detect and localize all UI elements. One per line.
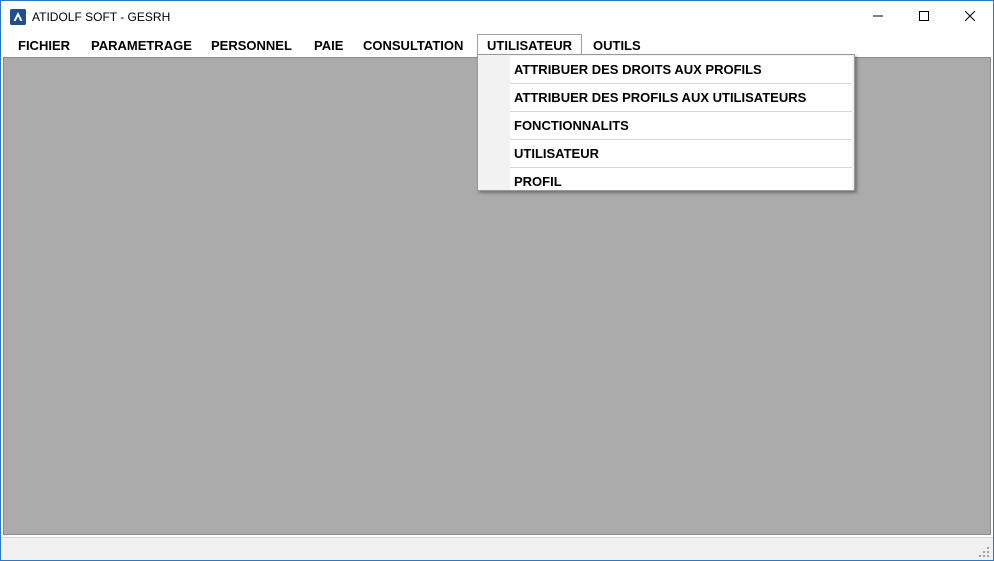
menu-item-fonctionnalites[interactable]: FONCTIONNALITS [510, 112, 852, 139]
status-bar [1, 537, 993, 560]
menu-outils[interactable]: OUTILS [584, 34, 650, 56]
menu-item-attribuer-droits-profils[interactable]: ATTRIBUER DES DROITS AUX PROFILS [510, 56, 852, 83]
menu-paie[interactable]: PAIE [305, 34, 352, 56]
menu-consultation[interactable]: CONSULTATION [354, 34, 472, 56]
minimize-icon [873, 8, 883, 26]
menu-gutter [479, 56, 509, 189]
window-title: ATIDOLF SOFT - GESRH [32, 10, 171, 24]
menu-item-attribuer-profils-utilisateurs[interactable]: ATTRIBUER DES PROFILS AUX UTILISATEURS [510, 84, 852, 111]
maximize-button[interactable] [901, 1, 947, 33]
menu-fichier[interactable]: FICHIER [9, 34, 79, 56]
resize-grip-icon[interactable] [978, 545, 990, 557]
close-icon [964, 8, 976, 26]
menu-item-profil[interactable]: PROFIL [510, 168, 852, 190]
menu-parametrage[interactable]: PARAMETRAGE [82, 34, 201, 56]
menu-personnel[interactable]: PERSONNEL [202, 34, 301, 56]
utilisateur-dropdown-menu: ATTRIBUER DES DROITS AUX PROFILS ATTRIBU… [477, 54, 855, 191]
close-button[interactable] [947, 1, 993, 33]
menu-utilisateur[interactable]: UTILISATEUR [477, 34, 582, 56]
app-window: ATIDOLF SOFT - GESRH FICHIER PARAMETRAGE… [0, 0, 994, 561]
menu-item-utilisateur[interactable]: UTILISATEUR [510, 140, 852, 167]
minimize-button[interactable] [855, 1, 901, 33]
app-logo-icon [10, 9, 26, 25]
title-bar[interactable]: ATIDOLF SOFT - GESRH [1, 1, 993, 33]
maximize-icon [919, 8, 929, 26]
